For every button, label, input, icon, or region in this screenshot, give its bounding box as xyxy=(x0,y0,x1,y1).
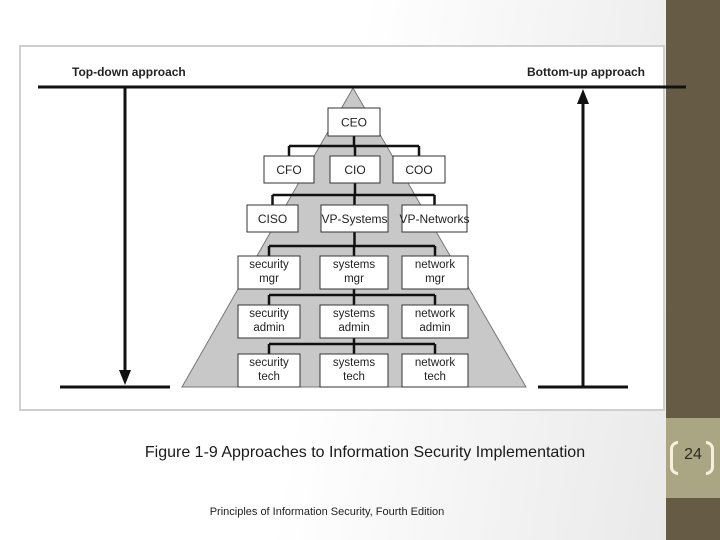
org-box: security mgr xyxy=(237,255,301,290)
org-box: systems tech xyxy=(319,353,389,388)
org-box-label: VP-Networks xyxy=(399,212,469,226)
org-box-label: mgr xyxy=(425,273,445,285)
org-box-label: CFO xyxy=(276,163,301,177)
org-box-label: network xyxy=(415,357,456,369)
up-arrow-icon xyxy=(577,89,589,104)
footer-text: Principles of Information Security, Four… xyxy=(209,506,445,518)
org-box: CEO xyxy=(327,107,381,137)
org-box-label: systems xyxy=(333,357,375,369)
org-box-label: systems xyxy=(333,308,375,320)
org-box-label: mgr xyxy=(344,273,364,285)
org-box-label: admin xyxy=(253,322,284,334)
org-box-label: security xyxy=(249,357,289,369)
org-box: security admin xyxy=(237,304,301,339)
org-box: systems mgr xyxy=(319,255,389,290)
org-box-label: systems xyxy=(333,259,375,271)
top-down-label: Top-down approach xyxy=(72,65,186,79)
org-box-label: CISO xyxy=(258,212,287,226)
org-box: security tech xyxy=(237,353,301,388)
org-box: CISO xyxy=(246,204,299,233)
org-box: CIO xyxy=(329,155,381,184)
org-box: systems admin xyxy=(319,304,389,339)
org-box-label: security xyxy=(249,308,289,320)
bottom-up-label: Bottom-up approach xyxy=(527,65,645,79)
org-box: VP-Networks xyxy=(399,204,470,233)
org-box-label: tech xyxy=(424,371,446,383)
org-box: VP-Systems xyxy=(320,204,389,233)
org-box: network tech xyxy=(401,353,469,388)
org-box-label: mgr xyxy=(259,273,279,285)
org-box-label: CIO xyxy=(344,163,365,177)
org-box: COO xyxy=(392,155,446,184)
org-box: network mgr xyxy=(401,255,469,290)
org-box-label: admin xyxy=(419,322,450,334)
figure-caption: Figure 1-9 Approaches to Information Sec… xyxy=(144,444,586,461)
org-box-label: tech xyxy=(343,371,365,383)
org-box-label: VP-Systems xyxy=(321,212,387,226)
org-box: network admin xyxy=(401,304,469,339)
org-box-label: COO xyxy=(405,163,432,177)
org-box-label: admin xyxy=(338,322,369,334)
org-box: CFO xyxy=(263,155,315,184)
org-box-label: security xyxy=(249,259,289,271)
org-box-label: network xyxy=(415,308,456,320)
org-box-label: network xyxy=(415,259,456,271)
org-box-label: tech xyxy=(258,371,280,383)
down-arrow-icon xyxy=(119,370,131,385)
org-box-label: CEO xyxy=(341,116,367,130)
